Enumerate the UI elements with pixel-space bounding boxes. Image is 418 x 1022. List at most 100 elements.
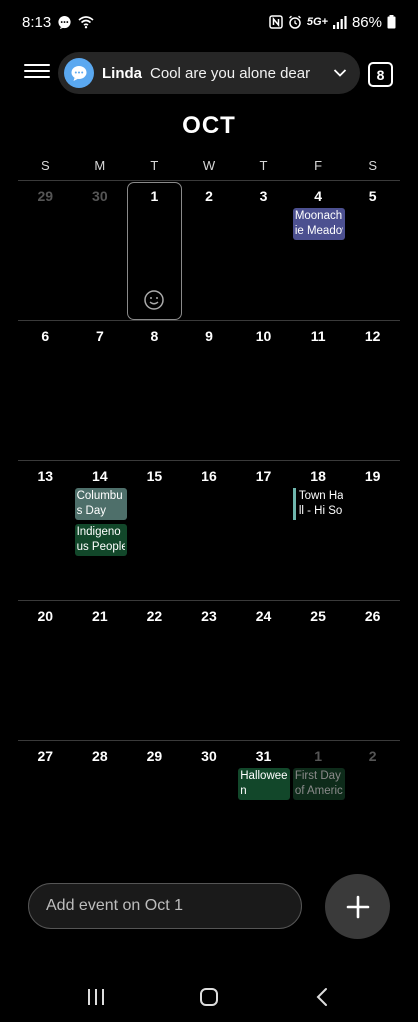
day-number: 30 <box>92 188 108 204</box>
day-number: 29 <box>37 188 54 204</box>
day-number: 30 <box>201 748 217 764</box>
back-icon <box>316 988 327 1006</box>
day-number: 9 <box>205 328 213 344</box>
day-number: 10 <box>255 328 272 344</box>
day-cell[interactable]: 24 <box>236 601 291 741</box>
day-cell[interactable]: 11 <box>291 321 346 461</box>
day-cell[interactable]: 6 <box>18 321 73 461</box>
day-cell[interactable]: 23 <box>182 601 237 741</box>
event-halloween[interactable]: Hallowee n <box>238 768 291 800</box>
event-line: Town Ha <box>298 490 343 502</box>
day-number: 1 <box>314 748 322 764</box>
day-cell[interactable]: 25 <box>291 601 346 741</box>
weekday-label: F <box>314 158 323 173</box>
day-number: 14 <box>92 468 108 484</box>
day-cell[interactable]: 28 <box>73 741 128 881</box>
day-cell[interactable]: 15 <box>127 461 182 601</box>
today-button[interactable]: 8 <box>368 62 393 87</box>
weekday-header: S M T W T F S <box>18 158 400 173</box>
day-cell[interactable]: 27 <box>18 741 73 881</box>
day-cell[interactable]: 13 <box>18 461 73 601</box>
weekday-label: S <box>40 158 50 173</box>
day-number: 28 <box>92 748 108 764</box>
day-cell[interactable]: 20 <box>18 601 73 741</box>
notification-message: Cool are you alone dear <box>150 64 311 82</box>
day-cell[interactable]: 22 <box>127 601 182 741</box>
event-line: n <box>240 785 247 797</box>
day-cell[interactable]: 2 <box>345 741 400 881</box>
home-icon <box>199 988 218 1006</box>
battery-icon <box>387 15 396 29</box>
event-line: ll - Hi Sol <box>298 505 343 517</box>
wifi-icon <box>78 15 94 29</box>
day-number: 2 <box>205 188 213 204</box>
day-cell[interactable]: 5 <box>345 181 400 321</box>
day-cell[interactable]: 1 First Day of Americ <box>291 741 346 881</box>
event-first-day[interactable]: First Day of Americ <box>292 768 345 800</box>
signal-icon <box>332 15 347 29</box>
day-number: 6 <box>41 328 50 344</box>
weekday-label: T <box>150 158 159 173</box>
event-line: of Americ <box>294 785 343 797</box>
smiley-icon[interactable] <box>143 289 165 311</box>
day-number: 21 <box>92 608 108 624</box>
day-cell[interactable]: 3 <box>236 181 291 321</box>
alarm-icon <box>288 15 302 29</box>
event-town-hall[interactable]: Town Ha ll - Hi Sol <box>292 488 345 520</box>
weekday-label: T <box>259 158 268 173</box>
day-cell[interactable]: 7 <box>73 321 128 461</box>
week-row: 13 14 Columbu s Day Indigeno us People 1… <box>18 460 400 600</box>
weekday-label: M <box>94 158 106 173</box>
day-cell[interactable]: 4 Moonach ie Meadov <box>291 181 346 321</box>
day-cell[interactable]: 30 <box>182 741 237 881</box>
event-moonachie[interactable]: Moonach ie Meadov <box>292 208 345 240</box>
day-number: 11 <box>310 328 326 344</box>
add-event-button[interactable] <box>325 874 390 939</box>
day-number: 15 <box>146 468 163 484</box>
day-number: 24 <box>255 608 272 624</box>
event-indigenous-peoples-day[interactable]: Indigeno us People <box>74 524 127 556</box>
day-cell[interactable]: 9 <box>182 321 237 461</box>
battery-percent: 86% <box>351 13 382 31</box>
calendar-header: Linda Cool are you alone dear 8 <box>0 50 418 96</box>
menu-button[interactable] <box>24 60 50 84</box>
event-line: s Day <box>76 505 106 517</box>
day-cell[interactable]: 19 <box>345 461 400 601</box>
day-cell[interactable]: 29 <box>127 741 182 881</box>
chevron-down-icon[interactable] <box>330 63 350 83</box>
day-cell[interactable]: 2 <box>182 181 237 321</box>
event-line: Moonach <box>294 210 343 222</box>
day-number: 12 <box>364 328 381 344</box>
day-cell[interactable]: 31 Hallowee n <box>236 741 291 881</box>
day-cell[interactable]: 17 <box>236 461 291 601</box>
home-button[interactable] <box>189 977 229 1017</box>
day-cell[interactable]: 29 <box>18 181 73 321</box>
day-number: 7 <box>95 328 104 344</box>
day-cell[interactable]: 18 Town Ha ll - Hi Sol <box>291 461 346 601</box>
day-cell[interactable]: 12 <box>345 321 400 461</box>
event-columbus-day[interactable]: Columbu s Day <box>74 488 127 520</box>
day-cell[interactable]: 21 <box>73 601 128 741</box>
week-row: 27 28 29 30 31 Hallowee n 1 First Day of… <box>18 740 400 880</box>
system-nav-bar <box>0 972 418 1022</box>
day-cell[interactable]: 16 <box>182 461 237 601</box>
day-cell[interactable]: 10 <box>236 321 291 461</box>
day-number: 31 <box>255 748 272 764</box>
day-cell-selected[interactable]: 1 <box>127 182 182 320</box>
add-event-input[interactable]: Add event on Oct 1 <box>28 883 302 929</box>
message-notification-pill[interactable]: Linda Cool are you alone dear <box>58 52 360 94</box>
week-row: 29 30 1 2 3 4 Moonach ie Meadov 5 <box>18 180 400 320</box>
day-cell[interactable]: 8 <box>127 321 182 461</box>
notification-sender: Linda <box>102 64 142 82</box>
plus-icon <box>346 895 369 918</box>
back-button[interactable] <box>302 977 342 1017</box>
event-line: First Day <box>294 770 341 782</box>
recent-apps-button[interactable] <box>76 977 116 1017</box>
day-number: 4 <box>314 188 322 204</box>
month-title: OCT <box>182 112 236 139</box>
day-number: 29 <box>146 748 163 764</box>
day-cell[interactable]: 30 <box>73 181 128 321</box>
day-cell[interactable]: 14 Columbu s Day Indigeno us People <box>73 461 128 601</box>
recent-apps-icon <box>88 989 105 1005</box>
day-cell[interactable]: 26 <box>345 601 400 741</box>
